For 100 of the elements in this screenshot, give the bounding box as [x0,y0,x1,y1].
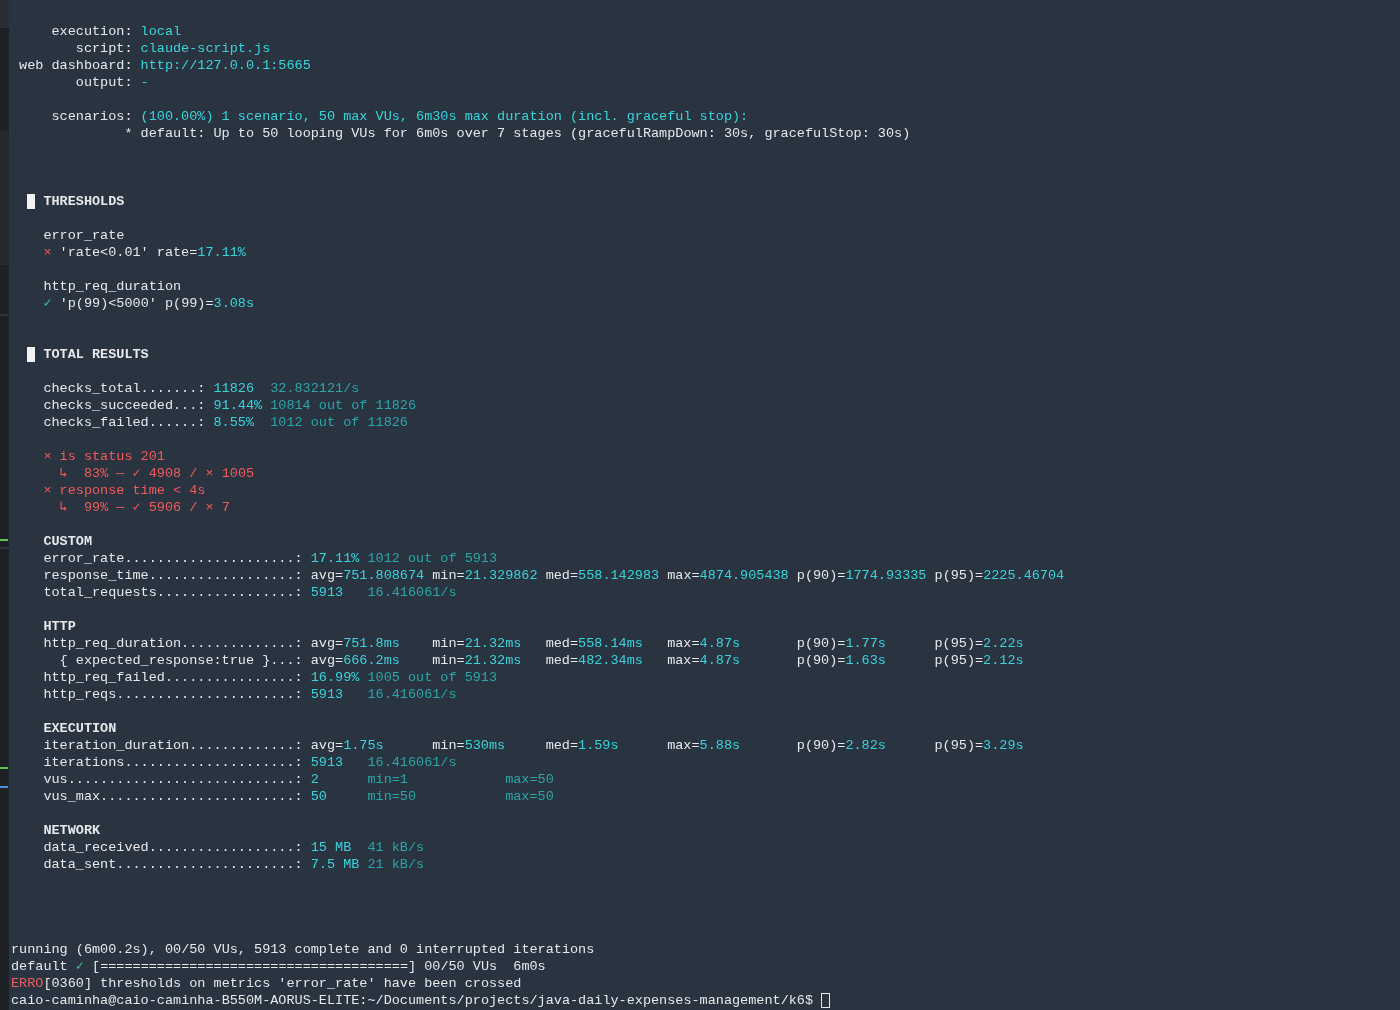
metric-value: 8.55% [213,414,255,431]
stat-label: p(90)= [796,652,846,669]
metric-name: http_reqs......................: [43,686,303,703]
status-line: running (6m00.2s), 00/50 VUs, 5913 complete and 0 interrupted iterations [11,941,595,958]
group-title: EXECUTION [43,720,117,737]
option-label: scenarios: [51,108,133,125]
metric-name: data_sent......................: [43,856,303,873]
metric-name: { expected_response:true }...: [59,652,303,669]
metric-value: 16.99% [310,669,360,686]
scenario-detail: * default: Up to 50 looping VUs for 6m0s over 7 stages (gracefulRampDown: 30s, gracefulStop: 30s) [124,125,911,142]
metric-detail: 1012 out of 11826 [270,414,408,431]
metric-name: checks_succeeded...: [43,397,206,414]
threshold-value: 3.08s [213,295,255,312]
stat-label: min= [432,652,465,669]
threshold-value: 17.11% [197,244,246,261]
metric-name: checks_total.......: [43,380,206,397]
metric-name: iterations.....................: [43,754,303,771]
stat-label: min= [432,737,465,754]
metric-name: error_rate.....................: [43,550,303,567]
section-title: TOTAL RESULTS [43,346,149,363]
metric-detail: 16.416061/s [367,584,457,601]
stat-label: avg= [310,652,344,669]
stat-value: 558.142983 [578,567,660,584]
stat-label: med= [545,652,579,669]
option-value: - [140,74,149,91]
metric-value: 17.11% [310,550,360,567]
cross-icon: × [43,482,52,499]
option-value: local [140,23,182,40]
metric-name: total_requests.................: [43,584,303,601]
stat-value: 5.88s [699,737,741,754]
stat-value: 2.22s [983,635,1024,652]
metric-value: 5913 [310,584,344,601]
stat-value: 558.14ms [578,635,643,652]
check-breakdown: ↳ 99% — ✓ 5906 / × 7 [59,499,230,516]
metric-name: response_time..................: [43,567,303,584]
option-label: script: [75,40,133,57]
stat-value: 4.87s [699,652,741,669]
threshold-metric: http_req_duration [43,278,182,295]
stat-label: p(90)= [796,567,846,584]
stat-value: 666.2ms [343,652,400,669]
section-marker-icon [27,347,36,362]
metric-name: http_req_failed................: [43,669,303,686]
log-message: [0360] thresholds on metrics 'error_rate' have been crossed [43,975,522,992]
stat-value: 2225.46704 [983,567,1065,584]
metric-value: 5913 [310,686,344,703]
stat-label: p(95)= [934,567,984,584]
stat-value: 482.34ms [578,652,643,669]
metric-name: vus_max........................: [43,788,303,805]
stat-value: 21.32ms [464,635,522,652]
threshold-metric: error_rate [43,227,125,244]
metric-name: checks_failed......: [43,414,206,431]
metric-value: 7.5 MB [310,856,360,873]
option-value: http://127.0.0.1:5665 [140,57,311,74]
option-label: execution: [51,23,133,40]
threshold-condition: 'p(99)<5000' p(99)= [59,295,214,312]
metric-detail: 1005 out of 5913 [367,669,498,686]
check-icon: ✓ [75,958,84,975]
stat-label: avg= [310,635,344,652]
check-name: is status 201 [59,448,165,465]
stat-value: 2.82s [845,737,886,754]
option-value: claude-script.js [140,40,271,57]
stat-label: min= [432,567,465,584]
metric-detail: max=50 [505,788,554,805]
metric-detail: 16.416061/s [367,686,457,703]
metric-detail: 10814 out of 11826 [270,397,417,414]
metric-name: http_req_duration..............: [43,635,303,652]
cross-icon: × [43,244,52,261]
metric-value: 2 [310,771,319,788]
check-breakdown: ↳ 83% — ✓ 4908 / × 1005 [59,465,255,482]
metric-detail: 41 kB/s [367,839,425,856]
stat-label: min= [432,635,465,652]
check-icon: ✓ [43,295,52,312]
stat-label: p(90)= [796,635,846,652]
threshold-condition: 'rate<0.01' rate= [59,244,198,261]
section-marker-icon [27,194,36,209]
section-title: THRESHOLDS [43,193,125,210]
stat-value: 1.59s [578,737,619,754]
stat-value: 1.63s [845,652,886,669]
check-name: response time < 4s [59,482,206,499]
stat-value: 530ms [464,737,506,754]
metric-detail: min=50 [367,788,417,805]
stat-label: med= [545,635,579,652]
stat-label: med= [545,737,579,754]
group-title: HTTP [43,618,76,635]
shell-prompt: caio-caminha@caio-caminha-B550M-AORUS-ELITE:~/Documents/projects/java-daily-expenses-management/k6$ [11,992,814,1009]
stat-label: max= [667,635,700,652]
stat-label: max= [667,567,700,584]
metric-detail: 32.832121/s [270,380,360,397]
stat-value: 21.329862 [464,567,538,584]
metric-value: 91.44% [213,397,263,414]
stat-value: 3.29s [983,737,1024,754]
metric-detail: min=1 [367,771,408,788]
stat-label: p(95)= [934,737,984,754]
option-value: (100.00%) 1 scenario, 50 max VUs, 6m30s max duration (incl. graceful stop): [140,108,749,125]
option-label: output: [75,74,133,91]
stat-value: 751.8ms [343,635,400,652]
stat-label: p(95)= [934,652,984,669]
log-level: ERRO [11,975,44,992]
stat-value: 2.12s [983,652,1024,669]
metric-value: 11826 [213,380,255,397]
